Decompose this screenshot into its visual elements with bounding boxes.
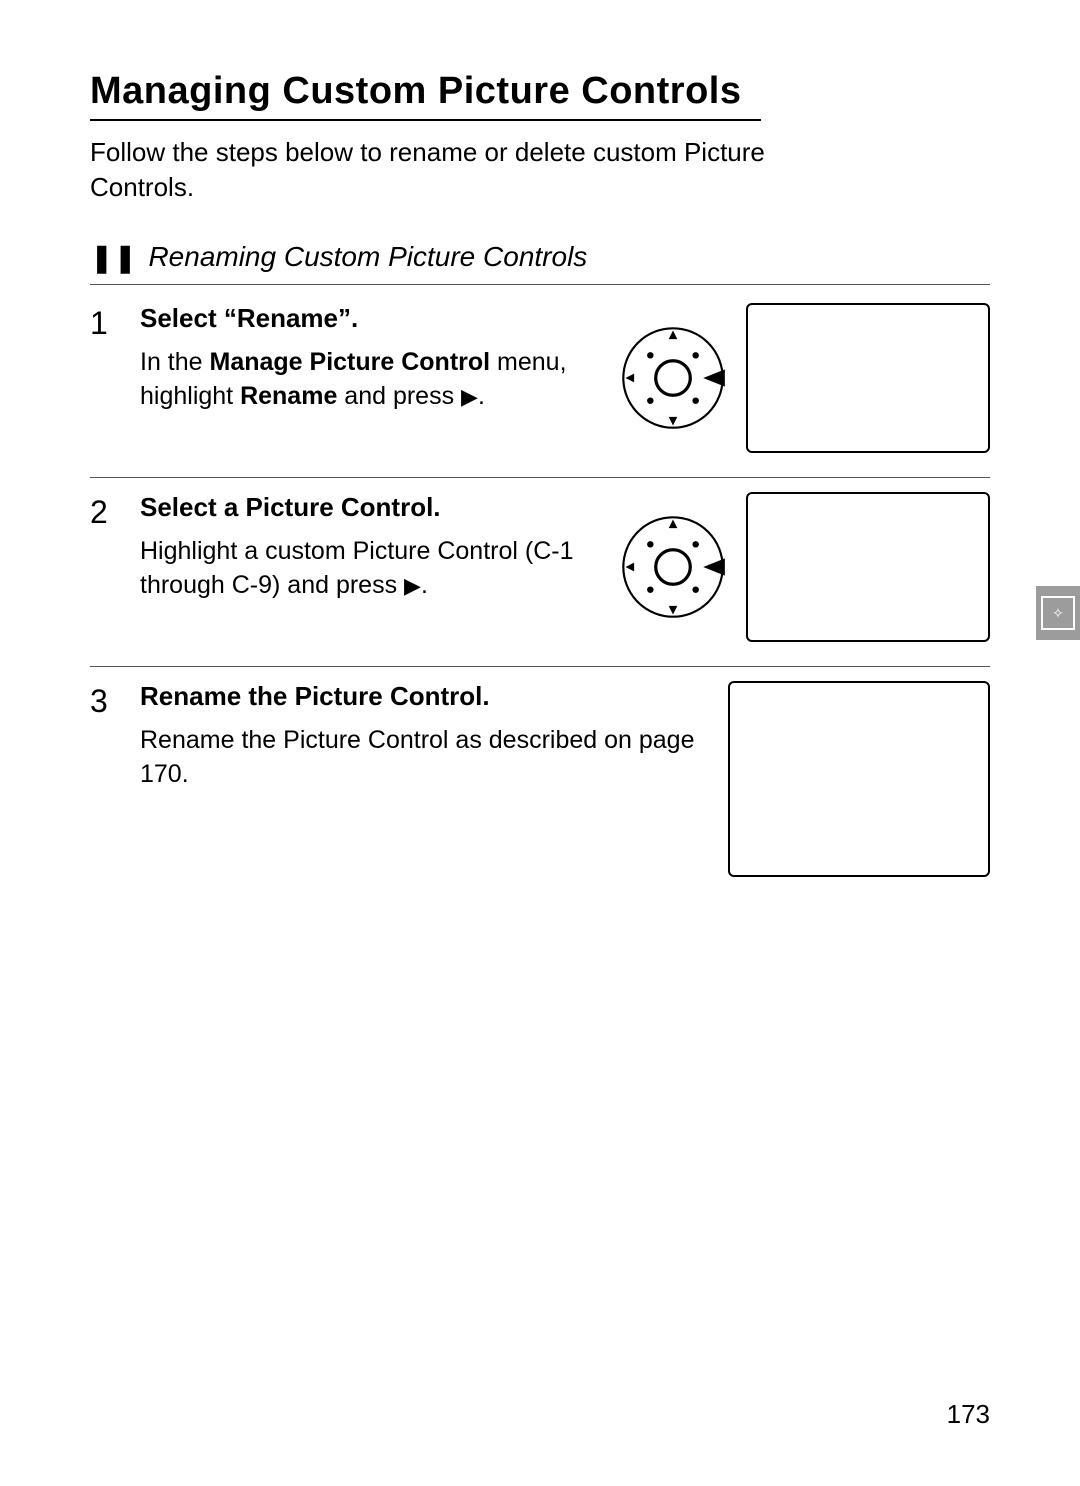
multi-selector-icon — [616, 324, 730, 432]
step-number: 1 — [90, 303, 140, 453]
step-1: 1 Select “Rename”. In the Manage Picture… — [90, 289, 990, 478]
subsection-marker: ❚❚ — [90, 241, 144, 274]
multi-selector-icon — [616, 513, 730, 621]
page-title: Managing Custom Picture Controls — [90, 70, 741, 113]
picture-control-icon: ✧ — [1041, 596, 1075, 630]
step-head: Rename the Picture Control. — [140, 681, 718, 712]
step-text: In the Manage Picture Control menu, high… — [140, 346, 606, 414]
step-2: 2 Select a Picture Control. Highlight a … — [90, 478, 990, 667]
intro-text: Follow the steps below to rename or dele… — [90, 135, 850, 205]
step-3: 3 Rename the Picture Control. Rename the… — [90, 667, 990, 901]
lcd-screenshot-placeholder — [746, 303, 990, 453]
lcd-screenshot-placeholder — [746, 492, 990, 642]
page-number: 173 — [947, 1399, 990, 1430]
section-tab: ✧ — [1036, 586, 1080, 640]
step-text: Rename the Picture Control as described … — [140, 724, 700, 792]
subsection-title: Renaming Custom Picture Controls — [148, 241, 587, 273]
step-head: Select a Picture Control. — [140, 492, 606, 523]
step-text: Highlight a custom Picture Control (C-1 … — [140, 535, 606, 603]
lcd-screenshot-placeholder — [728, 681, 990, 877]
step-head: Select “Rename”. — [140, 303, 606, 334]
step-number: 2 — [90, 492, 140, 642]
step-number: 3 — [90, 681, 140, 877]
